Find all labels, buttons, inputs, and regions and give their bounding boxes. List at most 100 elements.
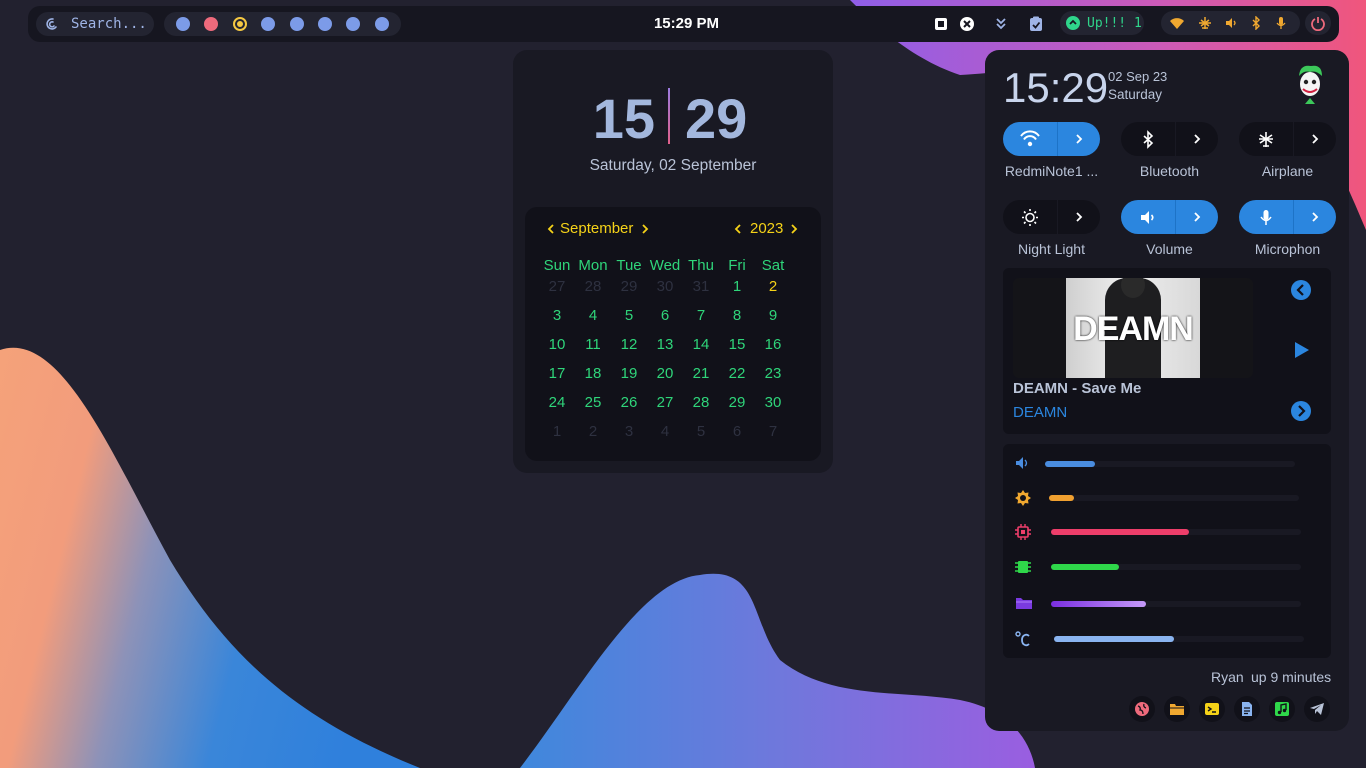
calendar-day[interactable]: 5 [611,307,647,327]
calendar-day[interactable]: 28 [575,278,611,298]
toggle-expand-button[interactable] [1294,122,1336,156]
files-button[interactable] [1164,696,1190,722]
calendar-day[interactable]: 30 [755,394,791,414]
calendar-day[interactable]: 28 [683,394,719,414]
files-icon [1170,704,1184,715]
calendar-day[interactable]: 22 [719,365,755,385]
toggle-button[interactable] [1239,200,1293,234]
toggle-pill[interactable] [1121,200,1218,234]
workspace-1-button[interactable] [176,17,190,31]
calendar-day[interactable]: 13 [647,336,683,356]
calendar-day[interactable]: 15 [719,336,755,356]
calendar-day[interactable]: 21 [683,365,719,385]
telegram-button[interactable] [1304,696,1330,722]
previous-track-icon[interactable] [1291,280,1311,300]
toggle-pill[interactable] [1003,200,1100,234]
next-year-icon[interactable] [790,223,798,235]
next-track-icon[interactable] [1291,401,1311,421]
play-icon[interactable] [1293,341,1311,359]
toggle-button[interactable] [1239,122,1293,156]
search-box[interactable]: Search... [36,12,154,36]
workspace-4-button[interactable] [261,17,276,31]
calendar-today[interactable]: 2 [755,278,791,298]
toggle-button[interactable] [1003,200,1057,234]
calendar-day[interactable]: 9 [755,307,791,327]
toggle-pill[interactable] [1239,200,1336,234]
toggle-expand-button[interactable] [1294,200,1336,234]
toggle-button[interactable] [1121,200,1175,234]
calendar-day[interactable]: 26 [611,394,647,414]
workspace-2-button[interactable] [204,17,219,31]
calendar-day[interactable]: 31 [683,278,719,298]
calendar-day[interactable]: 18 [575,365,611,385]
calendar-day[interactable]: 5 [683,423,719,443]
updates-indicator[interactable]: Up!!! 1 [1060,11,1144,35]
toggle-label: RedmiNote1 ... [1004,163,1099,179]
calendar-day[interactable]: 29 [719,394,755,414]
workspace-7-button[interactable] [346,17,361,31]
toggle-button[interactable] [1121,122,1175,156]
avatar[interactable] [1294,64,1326,108]
calendar-day[interactable]: 17 [539,365,575,385]
toggle-pill[interactable] [1121,122,1218,156]
calendar-day[interactable]: 4 [575,307,611,327]
toggle-pill[interactable] [1239,122,1336,156]
cpu-meter[interactable] [1003,521,1331,541]
temperature-meter[interactable] [1003,628,1331,648]
calendar-day[interactable]: 3 [611,423,647,443]
ram-meter[interactable] [1003,556,1331,576]
power-button[interactable] [1305,11,1331,35]
calendar-day[interactable]: 20 [647,365,683,385]
calendar-day[interactable]: 12 [611,336,647,356]
system-tray[interactable] [1161,11,1300,35]
workspace-5-button[interactable] [289,17,304,31]
calendar-day[interactable]: 7 [755,423,791,443]
calendar-day[interactable]: 23 [755,365,791,385]
chevrons-down-icon[interactable] [992,15,1010,33]
screenshot-icon[interactable] [932,15,950,33]
calendar-day[interactable]: 1 [719,278,755,298]
toggle-expand-button[interactable] [1058,122,1100,156]
calendar-day[interactable]: 7 [683,307,719,327]
calendar-day[interactable]: 27 [647,394,683,414]
calendar-day[interactable]: 4 [647,423,683,443]
clipboard-check-icon[interactable] [1027,15,1045,33]
big-clock: 15 29 [513,86,833,150]
calendar-day[interactable]: 6 [719,423,755,443]
calendar-day[interactable]: 11 [575,336,611,356]
calendar-day[interactable]: 3 [539,307,575,327]
close-icon[interactable] [958,15,976,33]
terminal-button[interactable] [1199,696,1225,722]
toggle-expand-button[interactable] [1176,200,1218,234]
calendar-day[interactable]: 30 [647,278,683,298]
toggle-button[interactable] [1003,122,1057,156]
prev-month-icon[interactable] [547,223,555,235]
toggle-pill[interactable] [1003,122,1100,156]
browser-button[interactable] [1129,696,1155,722]
calendar-day[interactable]: 10 [539,336,575,356]
workspace-3-button[interactable] [232,17,247,31]
calendar-day[interactable]: 27 [539,278,575,298]
music-button[interactable] [1269,696,1295,722]
calendar-day[interactable]: 6 [647,307,683,327]
system-meters [1003,444,1331,658]
workspace-8-button[interactable] [374,17,389,31]
calendar-day[interactable]: 1 [539,423,575,443]
next-month-icon[interactable] [641,223,649,235]
brightness-meter[interactable] [1003,487,1331,507]
calendar-day[interactable]: 19 [611,365,647,385]
calendar-day[interactable]: 29 [611,278,647,298]
calendar-day[interactable]: 16 [755,336,791,356]
workspace-6-button[interactable] [318,17,332,31]
editor-button[interactable] [1234,696,1260,722]
toggle-expand-button[interactable] [1176,122,1218,156]
toggle-expand-button[interactable] [1058,200,1100,234]
calendar-day[interactable]: 14 [683,336,719,356]
calendar-day[interactable]: 2 [575,423,611,443]
calendar-day[interactable]: 24 [539,394,575,414]
volume-meter[interactable] [1003,453,1331,473]
calendar-day[interactable]: 8 [719,307,755,327]
prev-year-icon[interactable] [734,223,742,235]
disk-meter[interactable] [1003,593,1331,613]
calendar-day[interactable]: 25 [575,394,611,414]
